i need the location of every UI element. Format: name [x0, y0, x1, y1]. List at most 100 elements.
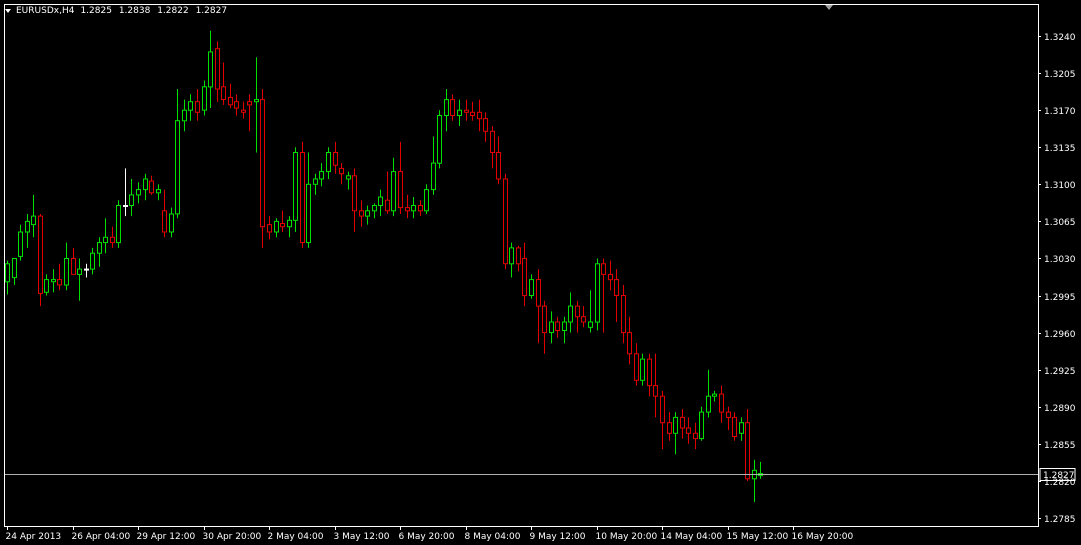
- candle-body: [136, 189, 141, 196]
- candle-body: [562, 321, 567, 331]
- candle-body: [405, 207, 410, 212]
- candle-body: [287, 219, 292, 228]
- candle: [378, 189, 383, 217]
- candlestick-chart[interactable]: 1.2827 1.32401.32051.31701.31351.31001.3…: [0, 0, 1081, 545]
- candle: [418, 200, 423, 217]
- candle-body: [254, 99, 259, 103]
- candle: [712, 390, 717, 402]
- candle-body: [188, 101, 193, 111]
- candle-body: [116, 205, 121, 244]
- candle-body: [640, 358, 645, 381]
- candle-body: [588, 321, 593, 328]
- candle-body: [503, 178, 508, 265]
- candle: [424, 184, 429, 214]
- candle: [483, 112, 488, 142]
- candle: [437, 110, 442, 169]
- candle: [726, 406, 731, 431]
- candle-body: [621, 295, 626, 334]
- candle: [680, 408, 685, 439]
- y-tick-label: 1.3030: [1044, 255, 1076, 265]
- candle: [706, 369, 711, 418]
- candle-body: [64, 258, 69, 286]
- candle: [287, 216, 292, 238]
- candle-body: [516, 247, 521, 265]
- candle: [450, 94, 455, 121]
- candle: [562, 316, 567, 344]
- candle-body: [90, 252, 95, 270]
- candle: [405, 194, 410, 219]
- candle: [267, 216, 272, 240]
- candle-body: [444, 99, 449, 116]
- candle: [457, 99, 462, 126]
- candle: [300, 141, 305, 248]
- x-tick-label: 2 May 04:00: [268, 532, 324, 542]
- candle-body: [129, 194, 134, 206]
- candle-body: [156, 189, 161, 194]
- candle: [280, 210, 285, 232]
- candle: [365, 205, 370, 225]
- candle-body: [44, 279, 49, 293]
- candle-body: [601, 263, 606, 275]
- candle: [123, 168, 128, 217]
- candle: [732, 412, 737, 441]
- candle-body: [175, 120, 180, 215]
- candle-body: [614, 279, 619, 297]
- candle-body: [378, 196, 383, 206]
- candle: [247, 94, 252, 132]
- candle: [195, 89, 200, 121]
- candle-body: [169, 213, 174, 233]
- candle: [739, 417, 744, 441]
- candle: [568, 292, 573, 333]
- candle-body: [313, 178, 318, 185]
- candle-body: [12, 258, 17, 279]
- price-axis[interactable]: 1.3240 1.3205 1.3170 1.3135 1.3100 1.3065 1.30…: [1038, 33, 1076, 525]
- candle-body: [398, 171, 403, 209]
- candle: [31, 194, 36, 238]
- chart-window[interactable]: 1.2827 1.3240 1.3205 1.3170 1.3135 1.3100 1.3…: [0, 0, 1081, 545]
- candle-body: [274, 220, 279, 233]
- candle: [234, 94, 239, 116]
- candle-body: [31, 215, 36, 226]
- candle-body: [267, 224, 272, 233]
- chart-frame: [4, 4, 1039, 527]
- triangle-down-icon[interactable]: [5, 9, 11, 13]
- candle: [431, 136, 436, 195]
- candle: [536, 269, 541, 344]
- y-tick-label: 1.3065: [1044, 218, 1076, 228]
- candle-body: [568, 305, 573, 323]
- candle-body: [522, 258, 527, 297]
- candle: [621, 284, 626, 344]
- candle-body: [464, 109, 469, 113]
- candle: [667, 412, 672, 441]
- candle-body: [280, 223, 285, 228]
- time-axis[interactable]: 24 Apr 2013 26 Apr 04:00 29 Apr 12:00 30 Ap…: [6, 526, 854, 542]
- candle: [391, 157, 396, 217]
- candle-body: [372, 205, 377, 212]
- candle: [575, 300, 580, 333]
- candle-body: [595, 263, 600, 323]
- candle: [254, 57, 259, 153]
- candle: [38, 214, 43, 307]
- candle-body: [706, 395, 711, 413]
- ohlc-values: 1.2825 1.2838 1.2822 1.2827: [80, 4, 231, 18]
- candle-body: [411, 205, 416, 212]
- candle-body: [483, 118, 488, 132]
- candles-layer: [5, 30, 763, 503]
- candle: [156, 184, 161, 201]
- candle: [549, 311, 554, 344]
- chart-shift-marker-icon[interactable]: [825, 5, 833, 10]
- bid-line-layer: 1.2827: [5, 468, 1076, 481]
- candle-body: [25, 220, 30, 233]
- candle-body: [71, 258, 76, 275]
- candle-body: [359, 210, 364, 217]
- x-tick-label: 14 May 04:00: [661, 532, 723, 542]
- candle-body: [352, 175, 357, 212]
- candle-body: [143, 178, 148, 191]
- candle-body: [529, 279, 534, 297]
- candle: [503, 173, 508, 270]
- candle-body: [555, 321, 560, 331]
- candle: [116, 200, 121, 248]
- candle-body: [346, 175, 351, 180]
- candle-body: [57, 279, 62, 286]
- candle-body: [123, 205, 128, 207]
